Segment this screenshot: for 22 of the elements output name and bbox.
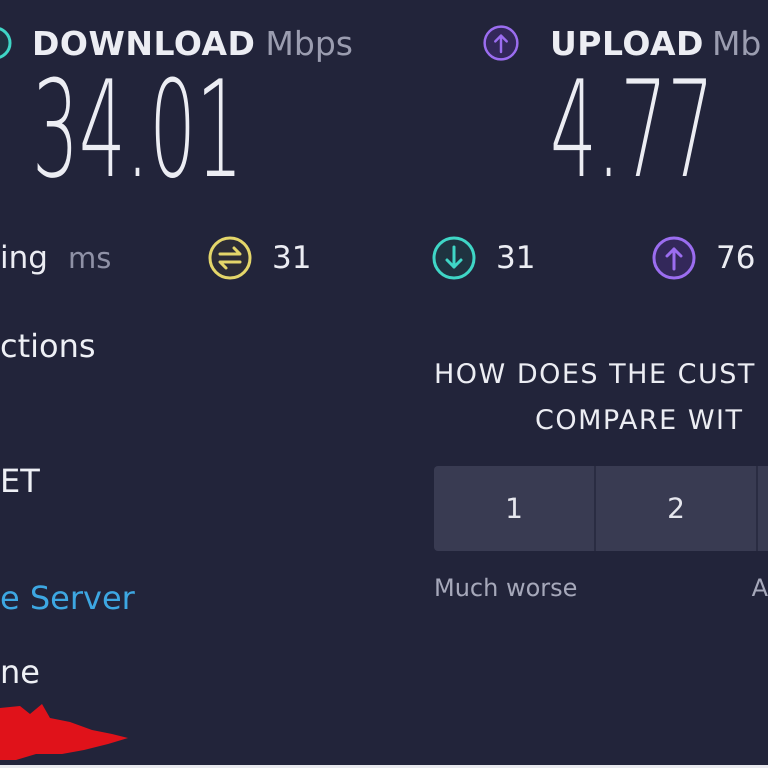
ping-unit: ms — [68, 244, 112, 272]
download-unit: Mbps — [265, 26, 353, 60]
survey-question: COMPARE WIT — [534, 404, 744, 438]
scale-label: Much worse — [434, 573, 578, 603]
detail-text: ne — [0, 654, 40, 690]
upload-value: 76 — [716, 242, 756, 274]
two-arrows-icon — [208, 236, 252, 280]
upload-speed-value: 4.77 — [550, 80, 714, 180]
server-link[interactable]: e Server — [0, 580, 135, 616]
upload-label: UPLOAD — [550, 26, 704, 60]
scale-label: A — [752, 573, 768, 603]
download-label: DOWNLOAD — [32, 26, 256, 60]
download-value: 31 — [496, 242, 536, 274]
jitter-value: 31 — [272, 242, 312, 274]
ping-label: ing — [0, 242, 48, 274]
rating-button[interactable]: 1 — [434, 466, 596, 551]
rating-button[interactable]: 2 — [596, 466, 758, 551]
download-ring-icon — [0, 26, 12, 60]
detail-text: ET — [0, 463, 40, 499]
survey-question: HOW DOES THE CUST — [434, 358, 757, 392]
upload-unit: Mb — [712, 26, 762, 60]
detail-text: ctions — [0, 328, 96, 364]
